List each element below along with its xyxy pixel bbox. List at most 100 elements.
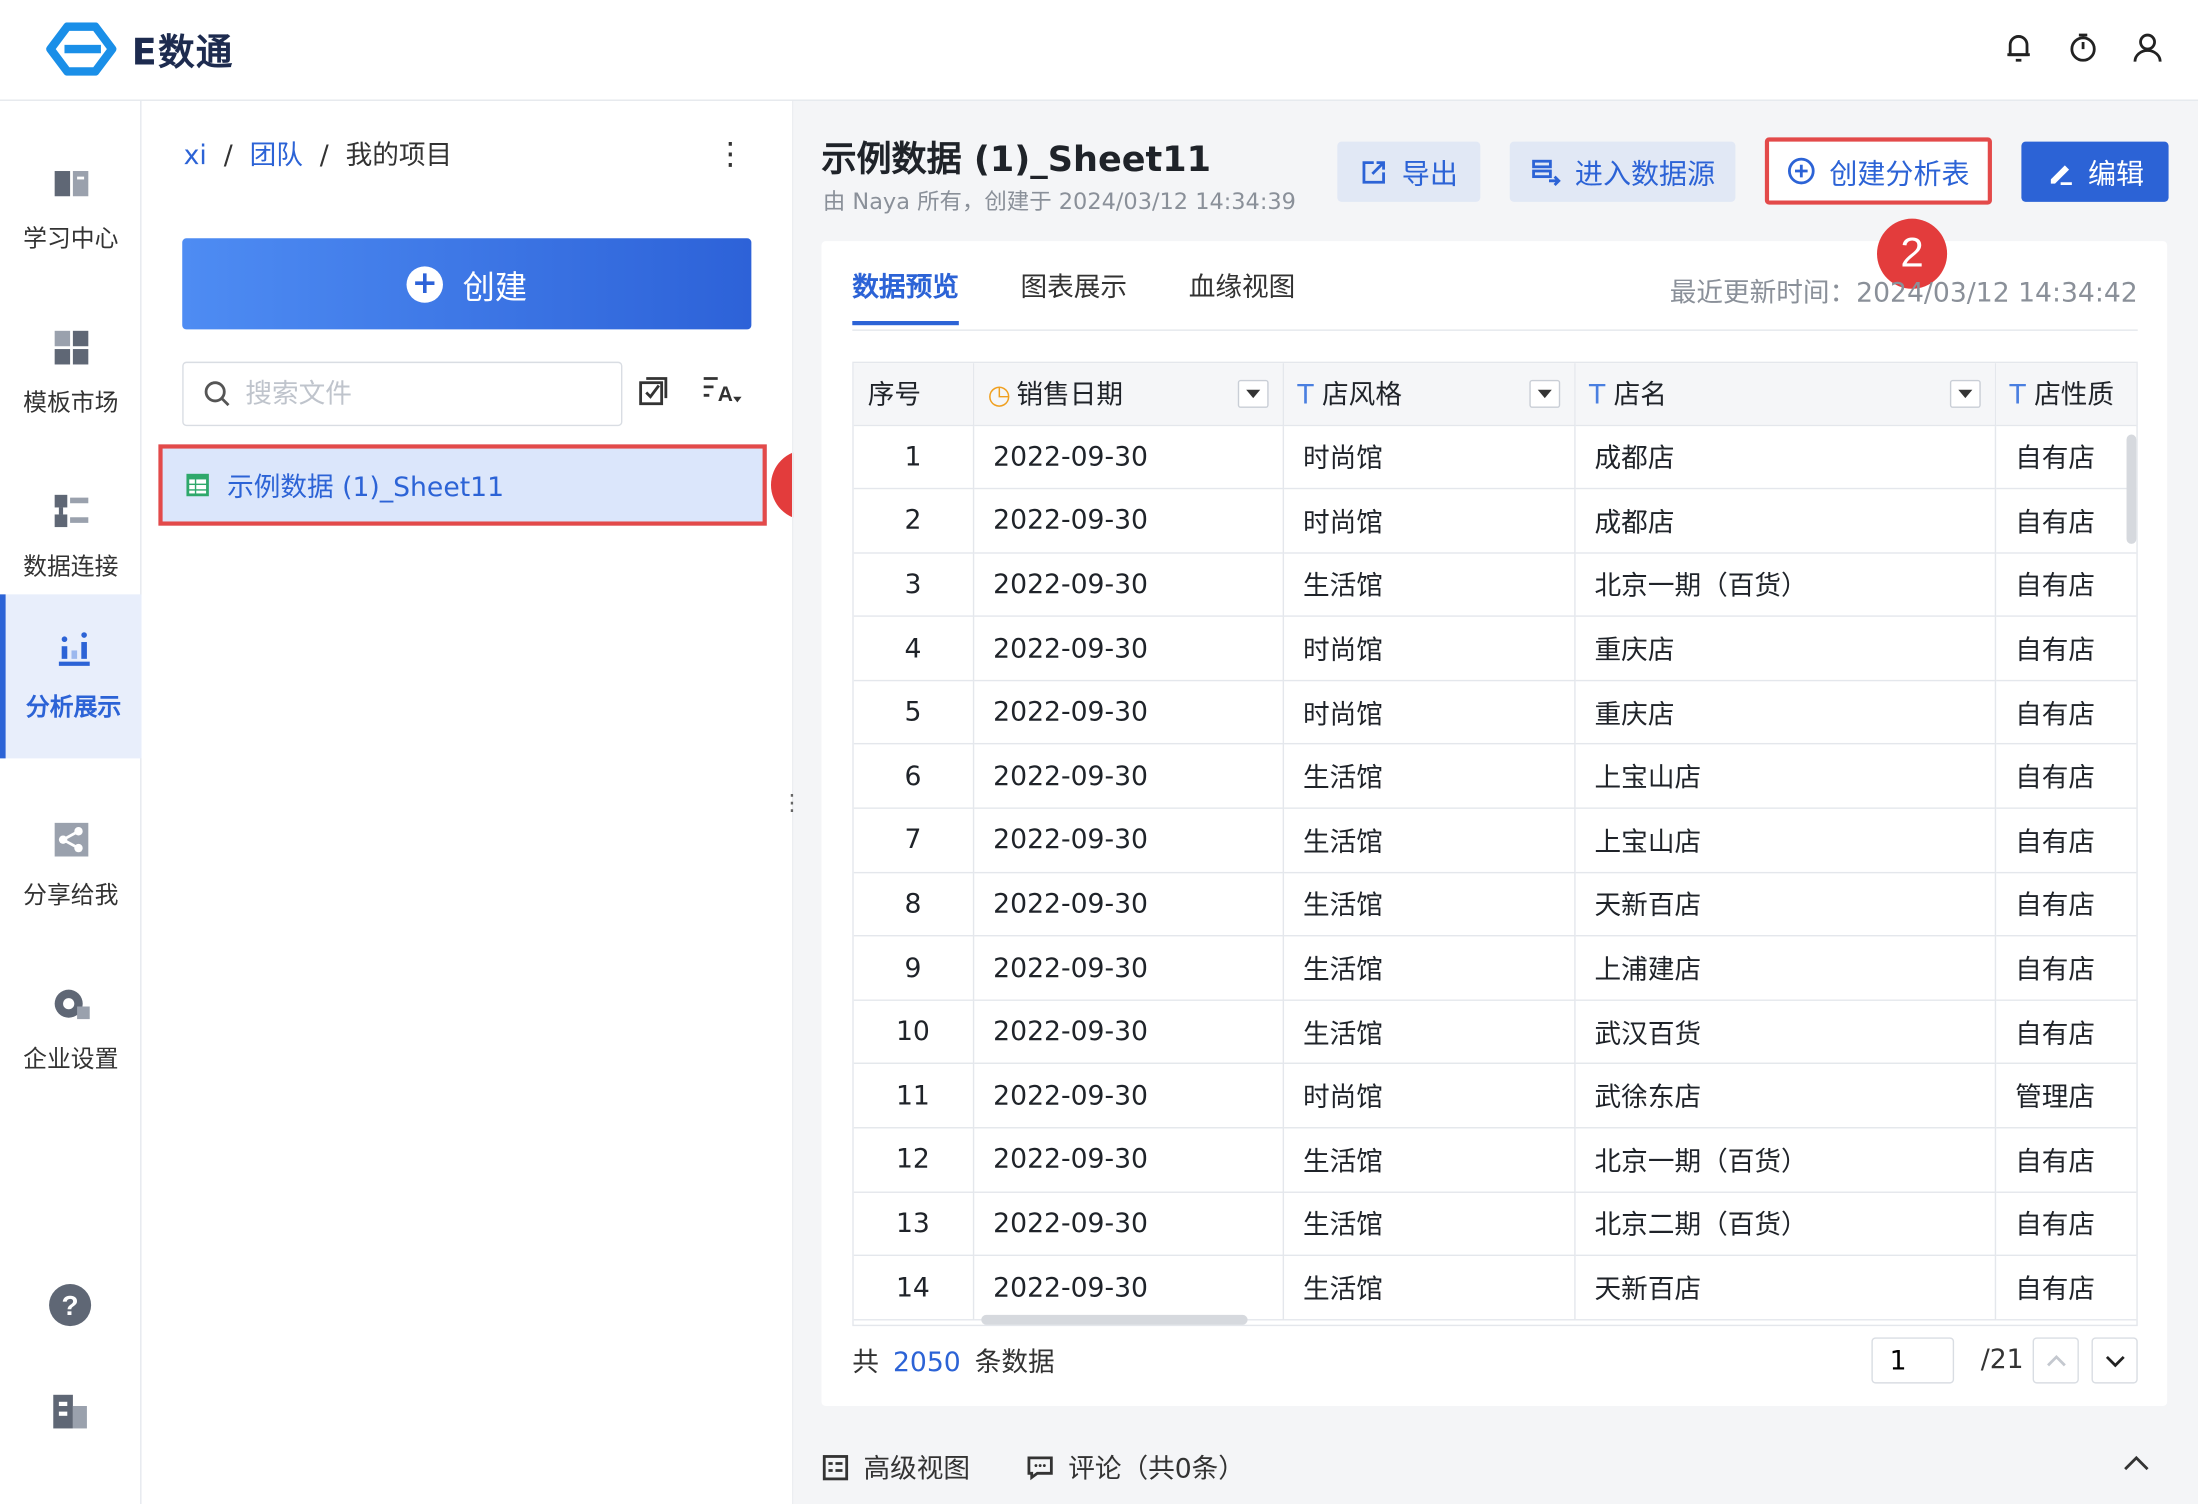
create-analysis-label: 创建分析表 [1829, 156, 1970, 190]
table-cell: 自有店 [1994, 488, 2137, 554]
table-cell: 4 [853, 616, 974, 682]
table-cell: 2022-09-30 [972, 872, 1284, 937]
table-cell: 天新百店 [1574, 872, 1996, 937]
edit-button[interactable]: 编辑 [2021, 141, 2169, 202]
tab-lineage-view[interactable]: 血缘视图 [1189, 266, 1296, 325]
table-cell: 14 [853, 1255, 974, 1321]
table-cell: 武徐东店 [1574, 1063, 1996, 1129]
nav-template-market[interactable]: 模板市场 [0, 290, 142, 454]
text-type-icon: T [1297, 380, 1314, 412]
table-cell: 重庆店 [1574, 616, 1996, 682]
nav-shared-with-me[interactable]: 分享给我 [0, 782, 142, 946]
nav-label: 学习中心 [23, 225, 119, 254]
table-cell: 自有店 [1994, 424, 2137, 490]
table-cell: 自有店 [1994, 744, 2137, 809]
column-header-store-type[interactable]: T 店性质 [1994, 363, 2137, 426]
horizontal-scrollbar[interactable] [981, 1314, 1248, 1325]
column-header-store-name[interactable]: T 店名 [1574, 363, 1996, 426]
comments-label: 评论（共0条） [1068, 1453, 1245, 1485]
page-number-input[interactable] [1871, 1337, 1955, 1384]
sort-icon[interactable]: A [701, 373, 743, 414]
logo[interactable]: E数通 [39, 22, 234, 76]
enter-datasource-button[interactable]: 进入数据源 [1509, 141, 1736, 202]
column-header-store-style[interactable]: T 店风格 [1282, 363, 1575, 426]
text-type-icon: T [1588, 380, 1606, 412]
table-row[interactable]: 2 2022-09-30 时尚馆 成都店 自有店 [853, 488, 2137, 554]
table-cell: 北京一期（百货） [1574, 552, 1996, 618]
nav-label: 分享给我 [23, 881, 119, 910]
table-row[interactable]: 3 2022-09-30 生活馆 北京一期（百货） 自有店 [853, 552, 2137, 618]
create-analysis-button[interactable]: 创建分析表 [1764, 137, 1992, 205]
nav-enterprise-settings[interactable]: 企业设置 [0, 946, 142, 1110]
table-row[interactable]: 13 2022-09-30 生活馆 北京二期（百货） 自有店 [853, 1191, 2137, 1257]
table-cell: 13 [853, 1191, 974, 1257]
data-connection-icon [53, 494, 88, 528]
table-cell: 生活馆 [1282, 936, 1575, 1001]
svg-text:A: A [718, 383, 733, 406]
column-header-sale-date[interactable]: ◷ 销售日期 [972, 363, 1284, 426]
search-input[interactable] [245, 378, 596, 410]
table-row[interactable]: 14 2022-09-30 生活馆 天新百店 自有店 [853, 1255, 2137, 1321]
nav-analysis-display[interactable]: 分析展示 [0, 594, 142, 759]
plus-icon: + [406, 265, 443, 303]
tab-chart-display[interactable]: 图表展示 [1021, 266, 1128, 325]
table-row[interactable]: 7 2022-09-30 生活馆 上宝山店 自有店 [853, 808, 2137, 873]
help-icon[interactable]: ? [48, 1283, 93, 1333]
building-icon[interactable] [50, 1389, 89, 1437]
multi-select-icon[interactable] [638, 376, 669, 412]
file-item-selected[interactable]: 示例数据 (1)_Sheet11 [158, 444, 767, 526]
nav-learning-center[interactable]: 学习中心 [0, 126, 142, 290]
table-cell: 生活馆 [1282, 1127, 1575, 1193]
timer-icon[interactable] [2066, 31, 2100, 65]
svg-text:?: ? [62, 1290, 79, 1321]
table-row[interactable]: 12 2022-09-30 生活馆 北京一期（百货） 自有店 [853, 1127, 2137, 1193]
table-row[interactable]: 11 2022-09-30 时尚馆 武徐东店 管理店 [853, 1063, 2137, 1129]
table-cell: 2022-09-30 [972, 936, 1284, 1001]
collapse-chevron-icon[interactable] [2121, 1452, 2152, 1479]
table-row[interactable]: 6 2022-09-30 生活馆 上宝山店 自有店 [853, 744, 2137, 809]
table-cell: 自有店 [1994, 1191, 2137, 1257]
table-row[interactable]: 1 2022-09-30 时尚馆 成都店 自有店 [853, 424, 2137, 490]
table-cell: 成都店 [1574, 424, 1996, 490]
bell-icon[interactable] [2002, 31, 2036, 65]
breadcrumb-item[interactable]: 团队 [250, 140, 303, 171]
enterprise-settings-icon [53, 989, 90, 1020]
chevron-up-icon [2046, 1354, 2066, 1366]
table-row[interactable]: 8 2022-09-30 生活馆 天新百店 自有店 [853, 872, 2137, 937]
comments-button[interactable]: 评论（共0条） [1026, 1448, 1245, 1486]
column-dropdown-icon[interactable] [1237, 379, 1268, 408]
create-button[interactable]: + 创建 [182, 238, 752, 330]
vertical-scrollbar[interactable] [2126, 434, 2137, 544]
table-row[interactable]: 10 2022-09-30 生活馆 武汉百货 自有店 [853, 999, 2137, 1065]
record-count: 共 2050 条数据 [852, 1342, 1054, 1380]
column-dropdown-icon[interactable] [1949, 379, 1981, 408]
table-cell: 2022-09-30 [972, 1191, 1284, 1257]
table-cell: 2022-09-30 [972, 1255, 1284, 1321]
table-cell: 武汉百货 [1574, 999, 1996, 1065]
user-icon[interactable] [2131, 31, 2165, 65]
tab-data-preview[interactable]: 数据预览 [852, 266, 959, 326]
count-suffix: 条数据 [974, 1347, 1055, 1378]
table-row[interactable]: 4 2022-09-30 时尚馆 重庆店 自有店 [853, 616, 2137, 682]
file-name: 示例数据 (1)_Sheet11 [227, 471, 505, 503]
next-page-button[interactable] [2091, 1337, 2138, 1384]
clock-icon: ◷ [987, 380, 1011, 412]
table-cell: 2022-09-30 [972, 552, 1284, 618]
table-cell: 管理店 [1994, 1063, 2137, 1129]
table-row[interactable]: 9 2022-09-30 生活馆 上浦建店 自有店 [853, 936, 2137, 1001]
nav-label: 分析展示 [25, 693, 122, 722]
column-label: 店风格 [1322, 380, 1402, 412]
more-menu-icon[interactable]: ⋮ [715, 137, 746, 172]
column-dropdown-icon[interactable] [1528, 379, 1560, 408]
table-cell: 9 [853, 936, 974, 1001]
column-label: 店性质 [2034, 380, 2115, 412]
table-row[interactable]: 5 2022-09-30 时尚馆 重庆店 自有店 [853, 680, 2137, 746]
prev-page-button[interactable] [2032, 1337, 2079, 1384]
search-box [182, 361, 623, 427]
breadcrumb-item[interactable]: xi [184, 140, 207, 171]
export-button[interactable]: 导出 [1337, 141, 1481, 202]
create-label: 创建 [462, 269, 528, 307]
table-cell: 2022-09-30 [972, 1063, 1284, 1129]
share-icon [53, 822, 88, 857]
advanced-view-button[interactable]: 高级视图 [821, 1448, 970, 1486]
